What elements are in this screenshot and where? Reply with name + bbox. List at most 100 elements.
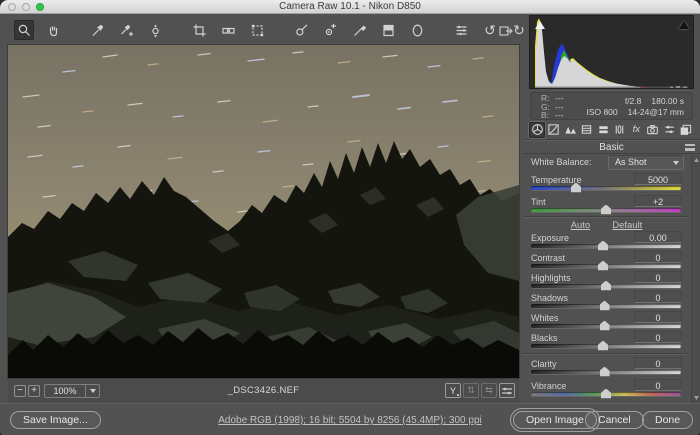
shadows-row: Shadows 0 <box>523 293 690 311</box>
spot-removal-tool-icon[interactable] <box>291 20 311 40</box>
exif-info-panel: R:--- G:--- B:--- f/2.8180.00 s ISO 8001… <box>530 92 693 120</box>
auto-link[interactable]: Auto <box>571 220 591 231</box>
exposure-value-field[interactable]: 0.00 <box>634 231 682 243</box>
exposure-slider-thumb[interactable] <box>598 241 608 251</box>
shutter-value: 180.00 s <box>651 96 684 106</box>
panel-header: Basic <box>523 139 700 154</box>
zoom-tool-icon[interactable] <box>14 20 34 40</box>
tint-slider[interactable] <box>531 208 681 212</box>
tint-slider-thumb[interactable] <box>601 205 611 215</box>
tint-row: Tint +2 <box>523 197 690 215</box>
white-balance-chevron-icon <box>673 161 679 165</box>
preferences-icon[interactable] <box>451 20 471 40</box>
contrast-label: Contrast <box>531 253 565 263</box>
highlights-value-field[interactable]: 0 <box>634 271 682 283</box>
shadows-value-field[interactable]: 0 <box>634 291 682 303</box>
crop-tool-icon[interactable] <box>189 20 209 40</box>
tab-presets[interactable] <box>661 122 677 138</box>
highlights-row: Highlights 0 <box>523 273 690 291</box>
targeted-adjustment-tool-icon[interactable] <box>145 20 165 40</box>
clarity-value-field[interactable]: 0 <box>634 357 682 369</box>
tab-tone-curve[interactable] <box>546 122 562 138</box>
white-balance-label: White Balance: <box>531 157 592 167</box>
shadows-label: Shadows <box>531 293 568 303</box>
tab-snapshots[interactable] <box>678 122 694 138</box>
straighten-tool-icon[interactable] <box>218 20 238 40</box>
highlight-clipping-indicator[interactable] <box>677 19 690 30</box>
temperature-slider[interactable] <box>531 186 681 190</box>
fullscreen-toggle-icon[interactable] <box>497 22 515 40</box>
image-preview-canvas[interactable] <box>8 45 519 378</box>
panel-tabs: fx <box>529 121 694 138</box>
graduated-filter-tool-icon[interactable] <box>378 20 398 40</box>
white-balance-select[interactable]: As Shot <box>608 155 684 170</box>
tab-effects[interactable]: fx <box>628 122 644 138</box>
whites-label: Whites <box>531 313 559 323</box>
swap-before-after-button[interactable]: ⇅ <box>463 383 479 398</box>
exposure-row: Exposure 0.00 <box>523 233 690 251</box>
contrast-slider[interactable] <box>531 264 681 268</box>
tab-lens-corrections[interactable] <box>612 122 628 138</box>
panel-scrollbar[interactable] <box>691 155 700 403</box>
tint-label: Tint <box>531 197 546 207</box>
color-sampler-tool-icon[interactable] <box>116 20 136 40</box>
highlights-slider[interactable] <box>531 284 681 288</box>
shadow-clipping-indicator[interactable] <box>533 19 546 30</box>
adjustments-panel: R:--- G:--- B:--- f/2.8180.00 s ISO 8001… <box>523 14 700 403</box>
vibrance-slider[interactable] <box>531 392 681 396</box>
image-filename: _DSC3426.NEF <box>8 385 519 396</box>
divider <box>523 216 690 218</box>
transform-tool-icon[interactable] <box>247 20 267 40</box>
blacks-value-field[interactable]: 0 <box>634 331 682 343</box>
temperature-value-field[interactable]: 5000 <box>634 173 682 185</box>
whites-value-field[interactable]: 0 <box>634 311 682 323</box>
shadows-slider[interactable] <box>531 304 681 308</box>
before-after-toggle-button[interactable]: Y <box>445 383 461 398</box>
clarity-label: Clarity <box>531 359 557 369</box>
copy-settings-button[interactable]: ⇆ <box>481 383 497 398</box>
statusbar: − + 100% _DSC3426.NEF Y ⇅ ⇆ <box>8 378 519 403</box>
preview-settings-icon[interactable] <box>499 383 515 398</box>
shadows-slider-thumb[interactable] <box>600 301 610 311</box>
exposure-slider[interactable] <box>531 244 681 248</box>
contrast-value-field[interactable]: 0 <box>634 251 682 263</box>
blacks-slider-thumb[interactable] <box>598 341 608 351</box>
red-eye-tool-icon[interactable] <box>320 20 340 40</box>
vibrance-row: Vibrance 0 <box>523 381 690 399</box>
radial-filter-tool-icon[interactable] <box>407 20 427 40</box>
panel-menu-icon[interactable] <box>685 144 695 151</box>
clarity-slider-thumb[interactable] <box>600 367 610 377</box>
tab-detail[interactable] <box>562 122 578 138</box>
highlights-slider-thumb[interactable] <box>601 281 611 291</box>
blacks-slider[interactable] <box>531 344 681 348</box>
cancel-button[interactable]: Cancel <box>585 411 644 429</box>
temperature-label: Temperature <box>531 175 582 185</box>
white-balance-tool-icon[interactable] <box>87 20 107 40</box>
tab-split-toning[interactable] <box>595 122 611 138</box>
hand-tool-icon[interactable] <box>43 20 63 40</box>
contrast-slider-thumb[interactable] <box>598 261 608 271</box>
done-button[interactable]: Done <box>642 411 693 429</box>
tint-value-field[interactable]: +2 <box>634 195 682 207</box>
tab-basic[interactable] <box>529 122 545 138</box>
clarity-slider[interactable] <box>531 370 681 374</box>
tab-hsl-grayscale[interactable] <box>579 122 595 138</box>
panel-title: Basic <box>523 140 700 155</box>
lens-value: 14-24@17 mm <box>628 107 684 117</box>
exposure-label: Exposure <box>531 233 569 243</box>
toolbar: ↺ ↻ <box>14 18 529 42</box>
highlights-label: Highlights <box>531 273 571 283</box>
white-balance-value: As Shot <box>615 157 647 167</box>
vibrance-value-field[interactable]: 0 <box>634 379 682 391</box>
blacks-row: Blacks 0 <box>523 333 690 351</box>
whites-slider-thumb[interactable] <box>600 321 610 331</box>
histogram <box>530 16 693 88</box>
whites-slider[interactable] <box>531 324 681 328</box>
tab-camera-calibration[interactable] <box>645 122 661 138</box>
default-link[interactable]: Default <box>612 220 642 231</box>
scroll-up-icon[interactable] <box>694 158 699 162</box>
scroll-down-icon[interactable] <box>694 396 699 400</box>
adjustment-brush-tool-icon[interactable] <box>349 20 369 40</box>
vibrance-slider-thumb[interactable] <box>601 389 611 399</box>
white-balance-row: White Balance: As Shot <box>523 157 690 173</box>
